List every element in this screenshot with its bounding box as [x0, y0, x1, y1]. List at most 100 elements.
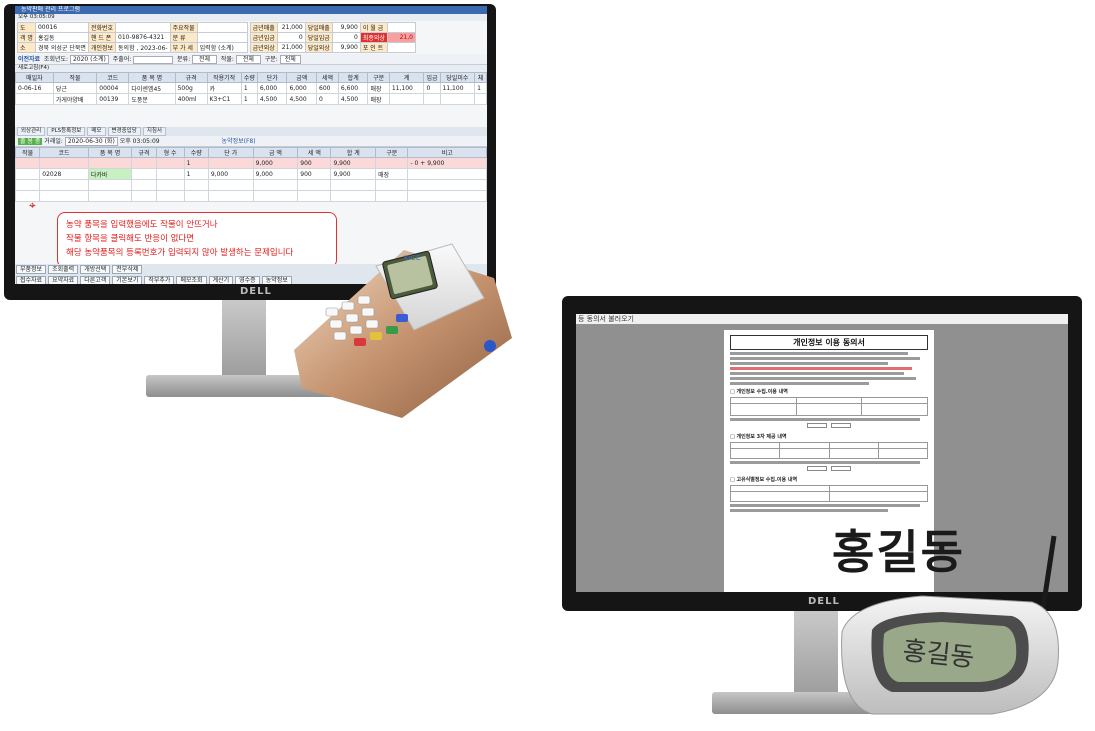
entry-column-header[interactable]: 형 수	[155, 147, 185, 158]
entry-column-header[interactable]: 단 가	[207, 147, 254, 158]
entry-empty-cell[interactable]	[297, 190, 332, 202]
entry-column-header[interactable]: 금 액	[252, 147, 299, 158]
customer-field-value[interactable]: 동의함 , 2023-06-	[115, 42, 171, 53]
function-button[interactable]: 접수자료	[16, 276, 47, 284]
entry-cell[interactable]: 매장	[375, 168, 409, 180]
entry-empty-cell[interactable]	[39, 179, 89, 191]
entry-cell[interactable]: 900	[297, 168, 332, 180]
entry-column-header[interactable]: 코드	[39, 147, 89, 158]
history-column-header[interactable]: 금액	[286, 72, 318, 83]
entry-empty-cell[interactable]	[207, 190, 254, 202]
history-row[interactable]: 0-06-16 당근 00004 다이센엠45 500g 카 1 6,000 6,000 600 6…	[15, 82, 487, 94]
disagree-button-1[interactable]	[831, 423, 851, 428]
tab-1[interactable]: PLS등록정보	[47, 127, 86, 136]
entry-cell[interactable]	[407, 168, 487, 180]
entry-column-header[interactable]: 구분	[375, 147, 409, 158]
history-column-header[interactable]: 입금	[423, 72, 441, 83]
disagree-button-2[interactable]	[831, 466, 851, 471]
tab-4[interactable]: 지침서	[142, 127, 166, 136]
history-column-header[interactable]: 체	[474, 72, 487, 83]
entry-empty-cell[interactable]	[131, 179, 157, 191]
history-column-header[interactable]: 작용기작	[206, 72, 242, 83]
work-select[interactable]: 전체	[235, 55, 261, 64]
function-button[interactable]: 기본보기	[112, 276, 143, 284]
entry-column-header[interactable]: 세 액	[297, 147, 332, 158]
entry-cell[interactable]: 9,000	[252, 168, 299, 180]
entry-cell[interactable]: 1	[183, 168, 209, 180]
bottom-button[interactable]: 부품정보	[16, 265, 47, 274]
history-column-header[interactable]: 작물	[52, 72, 98, 83]
function-button[interactable]: 작부추가	[144, 276, 175, 284]
history-column-header[interactable]: 품 목 명	[128, 72, 176, 83]
history-column-header[interactable]: 매일자	[15, 72, 54, 83]
pesticide-info-link[interactable]: 농약정보(F8)	[222, 138, 256, 145]
entry-empty-cell[interactable]	[39, 190, 89, 202]
function-button[interactable]: 영수증	[235, 276, 260, 284]
entry-empty-cell[interactable]	[330, 179, 377, 191]
entry-empty-cell[interactable]	[183, 179, 209, 191]
bottom-button[interactable]: 개방선택	[80, 265, 111, 274]
entry-column-header[interactable]: 작물	[15, 147, 41, 158]
entry-empty-cell[interactable]	[87, 179, 133, 191]
entry-empty-cell[interactable]	[155, 179, 185, 191]
crop-input[interactable]	[133, 55, 174, 64]
entry-empty-cell[interactable]	[155, 190, 185, 202]
function-button[interactable]: 다른고객	[80, 276, 111, 284]
entry-column-header[interactable]: 품 목 명	[87, 147, 133, 158]
date-select[interactable]: 2020-06-30 (화)	[64, 137, 118, 146]
bottom-button[interactable]: 전부삭제	[112, 265, 143, 274]
customer-field-value[interactable]	[196, 32, 248, 43]
entry-empty-cell[interactable]	[207, 179, 254, 191]
entry-empty-cell[interactable]	[375, 179, 409, 191]
function-button[interactable]: 메모조회	[176, 276, 207, 284]
history-column-header[interactable]: 규격	[174, 72, 208, 83]
entry-empty-cell[interactable]	[15, 179, 41, 191]
entry-empty-cell[interactable]	[407, 179, 487, 191]
entry-column-header[interactable]: 합 계	[330, 147, 377, 158]
agree-button-2[interactable]	[807, 466, 827, 471]
entry-empty-cell[interactable]	[375, 190, 409, 202]
customer-field-value[interactable]: 010-9876-4321	[115, 32, 171, 43]
entry-empty-cell[interactable]	[15, 190, 41, 202]
entry-empty-cell[interactable]	[407, 190, 487, 202]
entry-empty-cell[interactable]	[87, 190, 133, 202]
tab-2[interactable]: 메모	[87, 127, 106, 136]
entry-empty-row[interactable]	[15, 179, 487, 191]
entry-cell[interactable]: 9,000	[207, 168, 254, 180]
entry-column-header[interactable]: 규격	[131, 147, 157, 158]
entry-empty-cell[interactable]	[330, 190, 377, 202]
bottom-button[interactable]: 조회출력	[48, 265, 79, 274]
entry-cell[interactable]: 다카바	[87, 168, 133, 180]
entry-empty-cell[interactable]	[131, 190, 157, 202]
agree-button-1[interactable]	[807, 423, 827, 428]
history-column-header[interactable]: 세액	[316, 72, 339, 83]
history-column-header[interactable]: 합계	[337, 72, 369, 83]
customer-field-value[interactable]: 00016	[34, 22, 89, 33]
customer-field-value[interactable]: 경북 의성군 단북면	[34, 42, 89, 53]
year-select[interactable]: 2020 (소계)	[69, 55, 109, 64]
entry-cell[interactable]: 9,900	[330, 168, 377, 180]
history-column-header[interactable]: 당일미수	[439, 72, 476, 83]
history-column-header[interactable]: 단가	[256, 72, 288, 83]
entry-empty-cell[interactable]	[252, 190, 299, 202]
entry-cell[interactable]	[15, 168, 41, 180]
refresh-label[interactable]: 새로고침(F4)	[18, 65, 49, 71]
entry-empty-cell[interactable]	[297, 179, 332, 191]
entry-cell[interactable]	[155, 168, 185, 180]
tab-3[interactable]: 변경중입당	[107, 127, 141, 136]
tab-0[interactable]: 외상관리	[17, 127, 46, 136]
customer-field-value[interactable]: 홍길동	[34, 32, 89, 43]
entry-column-header[interactable]: 비고	[407, 147, 487, 158]
function-button[interactable]: 계산기	[208, 276, 234, 284]
entry-empty-cell[interactable]	[252, 179, 299, 191]
entry-row[interactable]: 02028 다카바 1 9,000 9,000 900 9,900 매장	[15, 168, 487, 180]
history-row[interactable]: 가게야양배 00139 도풍분 400ml K3+C1 1 4,500 4,500 0 4,500…	[15, 93, 487, 105]
type-select[interactable]: 전체	[279, 55, 301, 64]
customer-field-value[interactable]	[196, 22, 248, 33]
entry-empty-row[interactable]	[15, 190, 487, 202]
customer-field-value[interactable]: 입력함 (소계)	[196, 42, 248, 53]
entry-cell[interactable]: 02028	[39, 168, 89, 180]
history-column-header[interactable]: 구분	[367, 72, 390, 83]
category-select[interactable]: 전체	[192, 55, 218, 64]
history-column-header[interactable]: 계	[388, 72, 425, 83]
